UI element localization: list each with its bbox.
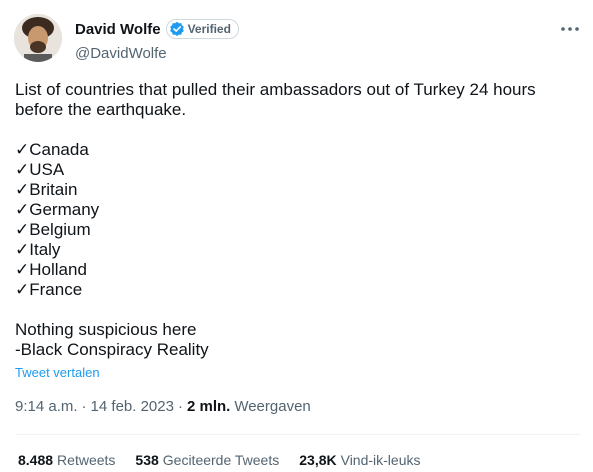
- tweet-outro-line: Nothing suspicious here: [15, 320, 197, 339]
- likes-stat[interactable]: 23,8K Vind-ik-leuks: [299, 452, 420, 468]
- avatar[interactable]: [14, 14, 62, 62]
- country-item: ✓USA: [15, 160, 65, 179]
- tweet-outro-line: -Black Conspiracy Reality: [15, 340, 209, 359]
- more-horizontal-icon: [560, 16, 580, 37]
- author-name-row: David Wolfe Verified: [75, 19, 239, 39]
- country-item: ✓Italy: [15, 240, 61, 259]
- tweet-card: David Wolfe Verified @DavidWolfe List of…: [0, 0, 593, 472]
- tweet-text: List of countries that pulled their amba…: [15, 80, 575, 360]
- retweets-stat[interactable]: 8.488 Retweets: [18, 452, 115, 468]
- quotes-label: Geciteerde Tweets: [162, 452, 280, 468]
- verified-label: Verified: [187, 22, 231, 36]
- views-count: 2 mln.: [186, 398, 231, 415]
- quotes-stat[interactable]: 538 Geciteerde Tweets: [135, 452, 279, 468]
- author-display-name[interactable]: David Wolfe: [75, 21, 161, 38]
- more-options-button[interactable]: [554, 14, 586, 38]
- country-item: ✓Canada: [15, 140, 89, 159]
- verified-badge[interactable]: Verified: [165, 19, 239, 39]
- country-item: ✓Germany: [15, 200, 100, 219]
- translate-tweet-link[interactable]: Tweet vertalen: [15, 365, 100, 380]
- country-item: ✓Britain: [15, 180, 78, 199]
- verified-badge-icon: [169, 21, 185, 37]
- tweet-time[interactable]: 9:14 a.m.: [15, 398, 78, 415]
- country-item: ✓Holland: [15, 260, 87, 279]
- quotes-count: 538: [135, 452, 159, 468]
- divider: [15, 434, 580, 435]
- retweets-label: Retweets: [57, 452, 116, 468]
- tweet-meta: 9:14 a.m. · 14 feb. 2023 · 2 mln. Weerga…: [15, 398, 311, 415]
- engagement-stats: 8.488 Retweets 538 Geciteerde Tweets 23,…: [18, 452, 441, 468]
- tweet-intro: List of countries that pulled their amba…: [15, 80, 536, 119]
- retweets-count: 8.488: [18, 452, 54, 468]
- views-label: Weergaven: [234, 398, 311, 415]
- likes-count: 23,8K: [299, 452, 337, 468]
- meta-separator: ·: [177, 398, 183, 415]
- meta-separator: ·: [81, 398, 87, 415]
- author-handle[interactable]: @DavidWolfe: [75, 45, 167, 62]
- tweet-date[interactable]: 14 feb. 2023: [91, 398, 174, 415]
- likes-label: Vind-ik-leuks: [340, 452, 421, 468]
- country-item: ✓Belgium: [15, 220, 91, 239]
- country-item: ✓France: [15, 280, 83, 299]
